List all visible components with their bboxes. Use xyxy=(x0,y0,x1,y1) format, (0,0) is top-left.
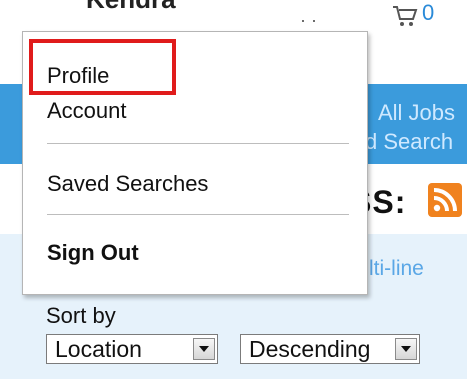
sort-order-value: Descending xyxy=(249,336,371,362)
user-name[interactable]: Kendra xyxy=(86,0,176,15)
menu-item-sign-out[interactable]: Sign Out xyxy=(47,240,139,266)
sort-field-value: Location xyxy=(55,336,142,362)
sort-field-select[interactable]: Location xyxy=(46,334,218,364)
menu-item-account[interactable]: Account xyxy=(47,98,127,124)
header-dots: · · xyxy=(300,10,317,30)
profile-highlight-box xyxy=(29,39,176,95)
search-link[interactable]: d Search xyxy=(365,129,453,155)
menu-divider xyxy=(47,214,349,215)
multiline-link[interactable]: lti-line xyxy=(369,257,424,281)
all-jobs-link[interactable]: All Jobs xyxy=(378,100,455,126)
menu-item-saved-searches[interactable]: Saved Searches xyxy=(47,171,208,197)
menu-divider xyxy=(47,143,349,144)
sort-by-label: Sort by xyxy=(46,303,116,328)
sort-order-select[interactable]: Descending xyxy=(240,334,420,364)
page-root: Kendra · · 0 All Jobs d Search SS: lti-l… xyxy=(0,0,467,379)
cart-count[interactable]: 0 xyxy=(422,0,434,26)
chevron-down-icon[interactable] xyxy=(193,338,215,360)
rss-icon[interactable] xyxy=(428,183,462,217)
chevron-down-icon[interactable] xyxy=(395,338,417,360)
shopping-cart-icon[interactable] xyxy=(392,4,418,28)
